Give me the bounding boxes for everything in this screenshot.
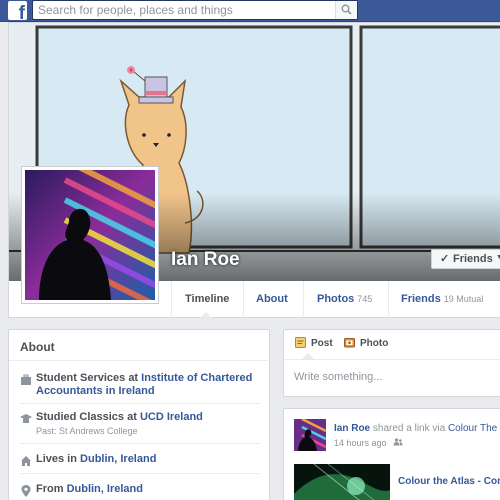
search-input[interactable]: [33, 1, 333, 19]
about-row-text: Student Services at: [36, 372, 142, 384]
active-tab-pointer: [199, 312, 213, 319]
location-pin-icon: [21, 485, 31, 497]
search-box[interactable]: [32, 0, 358, 20]
story-action: shared a link via: [370, 423, 448, 434]
tab-photos-count: 745: [357, 294, 373, 304]
story-via-link[interactable]: Colour The: [448, 423, 497, 434]
timestamp-text[interactable]: 14 hours ago: [334, 438, 387, 448]
about-row-link[interactable]: UCD Ireland: [140, 411, 203, 423]
check-icon: ✓: [440, 253, 450, 265]
feed-story: Ian Roe shared a link via Colour The 14 …: [283, 408, 500, 500]
about-row-link[interactable]: Dublin, Ireland: [80, 453, 156, 465]
about-row-text: From: [36, 483, 67, 495]
about-title[interactable]: About: [20, 340, 55, 354]
about-row-text: Studied Classics at: [36, 411, 140, 423]
search-icon: [341, 4, 352, 15]
briefcase-icon: [21, 374, 31, 385]
link-thumbnail[interactable]: [294, 464, 390, 500]
tab-friends-label: Friends: [401, 293, 441, 305]
tab-about[interactable]: About: [243, 281, 303, 319]
link-title[interactable]: Colour the Atlas - Com: [398, 476, 500, 487]
graduation-cap-icon: [20, 414, 32, 423]
composer-input[interactable]: Write something...: [294, 371, 382, 383]
about-row-subtext: Past: St Andrews College: [36, 426, 138, 436]
link-thumbnail-image: [294, 464, 390, 500]
avatar[interactable]: [294, 419, 326, 451]
pencil-note-icon: [295, 337, 306, 348]
divider: [20, 473, 260, 474]
profile-tabs: Timeline About Photos 745 Friends 19 Mutua…: [9, 281, 500, 319]
tab-friends-count: 19 Mutual: [443, 294, 484, 304]
avatar-image: [294, 419, 326, 451]
tab-friends[interactable]: Friends 19 Mutual: [388, 281, 500, 319]
divider: [284, 359, 500, 360]
friends-button-label: Friends: [453, 253, 493, 265]
friends-audience-icon[interactable]: [393, 438, 403, 446]
facebook-logo[interactable]: f: [8, 1, 27, 23]
photo-icon: [344, 338, 355, 348]
divider: [20, 443, 260, 444]
home-icon: [21, 456, 31, 466]
story-header: Ian Roe shared a link via Colour The: [334, 423, 497, 434]
about-row-text: Lives in: [36, 453, 81, 465]
profile-header: Ian Roe ✓ Friends ▼ Timeline About Photo…: [8, 22, 500, 319]
friends-button[interactable]: ✓ Friends ▼: [431, 249, 500, 269]
top-navigation-bar: f: [0, 0, 500, 23]
divider: [20, 403, 260, 404]
about-card: About Student Services at Institute of C…: [8, 329, 271, 500]
post-composer: Post Photo Write something...: [283, 329, 500, 397]
chevron-down-icon: ▼: [496, 254, 500, 261]
divider: [9, 360, 271, 361]
search-button[interactable]: [335, 1, 357, 19]
tab-photos-label: Photos: [317, 293, 355, 305]
tab-timeline[interactable]: Timeline: [171, 281, 243, 319]
about-row-link[interactable]: Dublin, Ireland: [67, 483, 143, 495]
active-tab-pointer: [302, 353, 314, 359]
story-author[interactable]: Ian Roe: [334, 423, 370, 434]
story-timestamp: 14 hours ago: [334, 438, 403, 448]
profile-name[interactable]: Ian Roe: [171, 249, 240, 271]
tab-photos[interactable]: Photos 745: [303, 281, 388, 319]
